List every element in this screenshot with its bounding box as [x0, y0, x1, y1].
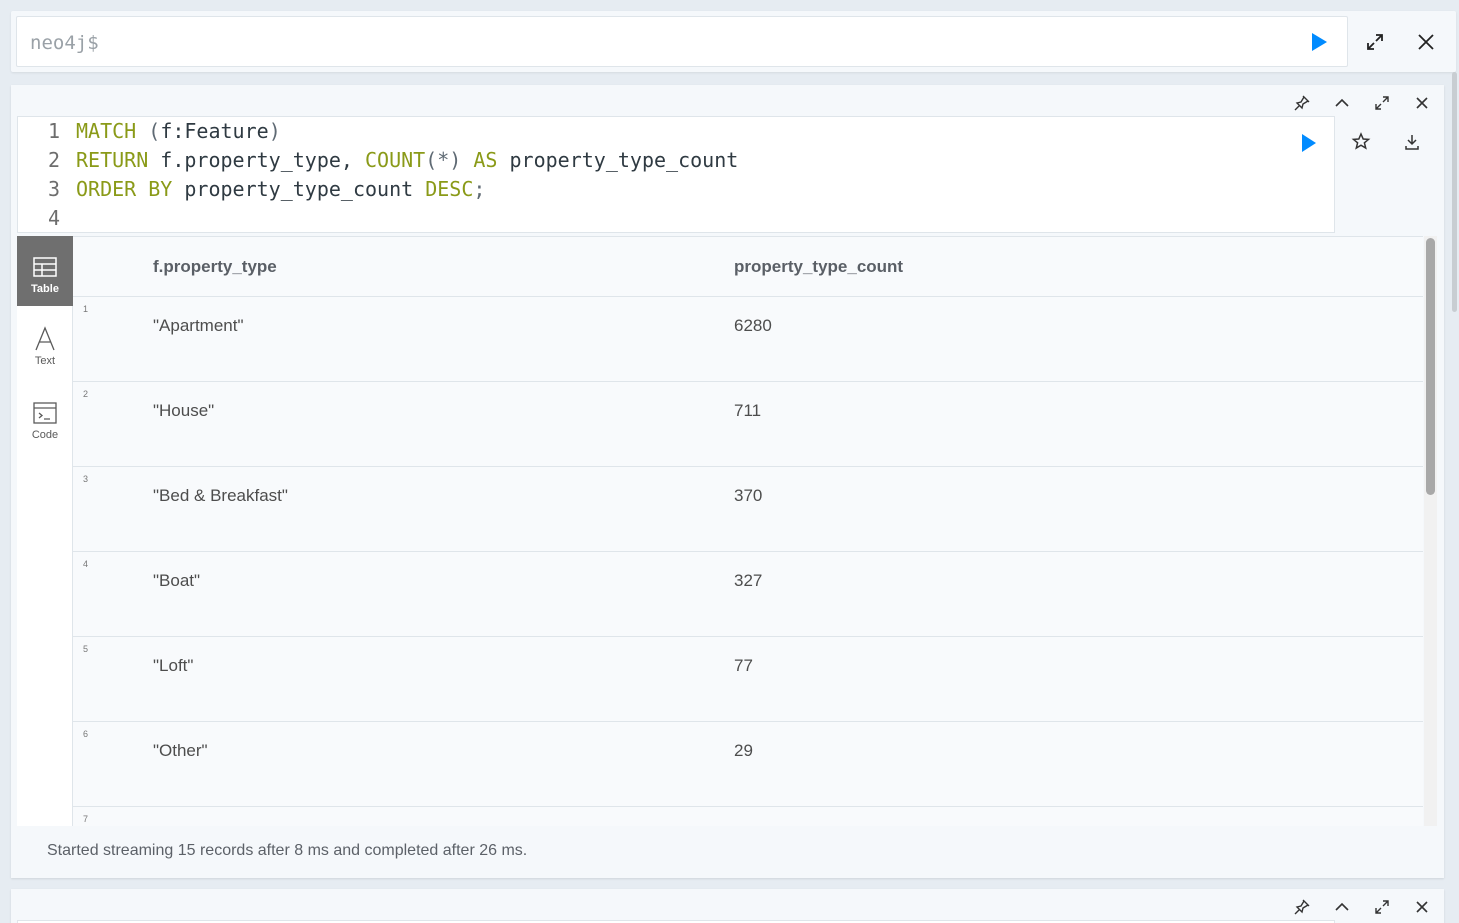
close-frame-icon[interactable]	[1412, 93, 1432, 113]
pin-icon[interactable]	[1292, 93, 1312, 113]
cell-count: 29	[734, 741, 753, 760]
code-line[interactable]: 1 MATCH (f:Feature)	[18, 117, 281, 146]
table-row: 1 "Apartment" 6280	[73, 297, 1423, 382]
code-token: AS	[461, 148, 498, 172]
line-number: 4	[47, 206, 60, 230]
code-token: MATCH	[76, 119, 137, 143]
scrollbar-thumb[interactable]	[1426, 238, 1435, 495]
star-icon[interactable]	[1349, 130, 1373, 154]
code-token: property_type_count	[497, 148, 739, 172]
cell-count: 327	[734, 571, 763, 590]
code-token: (	[136, 119, 161, 143]
collapse-icon[interactable]	[1332, 897, 1352, 917]
editor-bar: neo4j$	[11, 11, 1456, 72]
cell-count: 711	[734, 401, 762, 420]
table-row: 6 "Other" 29	[73, 722, 1423, 807]
table-header: f.property_type property_type_count	[73, 237, 1423, 297]
code-token: ORDER BY	[76, 177, 173, 201]
prompt-placeholder: neo4j$	[30, 32, 99, 54]
code-token: ;	[473, 177, 486, 201]
row-number: 7	[83, 814, 89, 824]
nav-code-label: Code	[31, 429, 59, 441]
run-icon[interactable]	[1308, 31, 1330, 53]
table-row: 3 "Bed & Breakfast" 370	[73, 467, 1423, 552]
result-view-nav: Table Text Code	[17, 236, 73, 826]
column-header[interactable]: property_type_count	[734, 257, 903, 277]
table-row: 7	[73, 807, 1423, 826]
download-icon[interactable]	[1400, 130, 1424, 154]
line-number: 1	[47, 119, 60, 143]
code-token: f:Feature	[160, 119, 269, 143]
table-row: 4 "Boat" 327	[73, 552, 1423, 637]
table-row: 2 "House" 711	[73, 382, 1423, 467]
code-token: RETURN	[76, 148, 149, 172]
line-number: 2	[47, 148, 60, 172]
cell-property-type: "Boat"	[153, 571, 201, 590]
cell-count: 6280	[734, 316, 772, 335]
expand-icon[interactable]	[1365, 32, 1385, 52]
nav-table-label: Table	[31, 283, 59, 295]
text-icon	[35, 326, 55, 351]
nav-code[interactable]: Code	[17, 382, 73, 452]
row-number: 6	[83, 729, 89, 739]
code-line[interactable]: 4	[18, 204, 76, 233]
cell-property-type: "Apartment"	[153, 316, 244, 335]
row-number: 1	[83, 304, 89, 314]
code-token: )	[268, 119, 281, 143]
code-line[interactable]: 2 RETURN f.property_type, COUNT(*) AS pro…	[18, 146, 738, 175]
column-header[interactable]: f.property_type	[153, 257, 277, 277]
row-number: 2	[83, 389, 89, 399]
nav-text[interactable]: Text	[17, 308, 73, 378]
pin-icon[interactable]	[1292, 897, 1312, 917]
cell-count: 77	[734, 656, 753, 675]
code-token: (*)	[425, 148, 462, 172]
row-number: 4	[83, 559, 89, 569]
code-icon	[33, 402, 57, 424]
fullscreen-icon[interactable]	[1372, 93, 1392, 113]
code-token: property_type_count	[172, 177, 426, 201]
result-frame: 1 MATCH (f:Feature) 2 RETURN f.property_typ…	[11, 85, 1444, 878]
close-icon[interactable]	[1416, 32, 1436, 52]
query-input[interactable]: neo4j$	[16, 16, 1348, 67]
close-frame-icon[interactable]	[1412, 897, 1432, 917]
code-token: COUNT	[365, 148, 426, 172]
code-token: DESC	[425, 177, 474, 201]
cell-property-type: "Other"	[153, 741, 208, 760]
code-token: f.property_type,	[148, 148, 365, 172]
code-line[interactable]: 3 ORDER BY property_type_count DESC;	[18, 175, 485, 204]
nav-text-label: Text	[34, 355, 56, 367]
row-number: 5	[83, 644, 89, 654]
cell-property-type: "House"	[153, 401, 215, 420]
cypher-editor[interactable]: 1 MATCH (f:Feature) 2 RETURN f.property_typ…	[17, 116, 1335, 233]
cell-property-type: "Bed & Breakfast"	[153, 486, 288, 505]
run-query-icon[interactable]	[1297, 132, 1319, 154]
table-row: 5 "Loft" 77	[73, 637, 1423, 722]
line-number: 3	[47, 177, 60, 201]
nav-table[interactable]: Table	[17, 236, 73, 306]
collapse-icon[interactable]	[1332, 93, 1352, 113]
cell-count: 370	[734, 486, 763, 505]
next-result-frame	[11, 889, 1444, 923]
results-table: f.property_type property_type_count 1 "A…	[73, 236, 1423, 826]
fullscreen-icon[interactable]	[1372, 897, 1392, 917]
table-scrollbar[interactable]	[1424, 236, 1437, 826]
row-number: 3	[83, 474, 89, 484]
page-scrollbar[interactable]	[1452, 72, 1457, 312]
cell-property-type: "Loft"	[153, 656, 194, 675]
status-bar: Started streaming 15 records after 8 ms …	[47, 842, 528, 859]
table-icon	[33, 257, 57, 277]
